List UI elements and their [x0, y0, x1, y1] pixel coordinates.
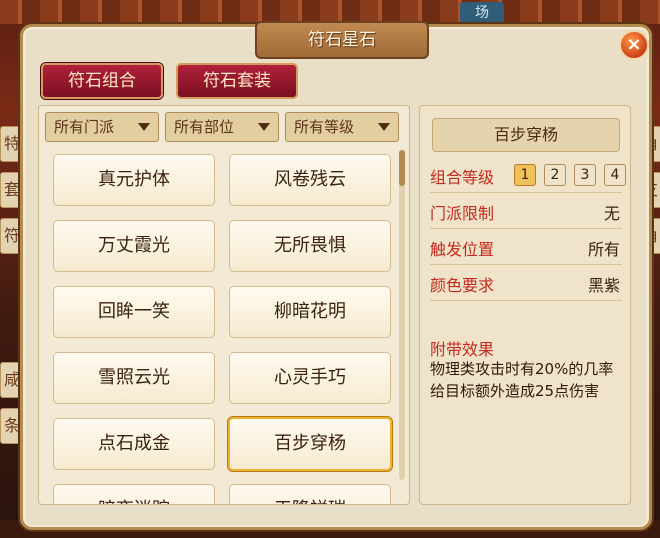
- list-scrollbar[interactable]: [399, 150, 405, 480]
- level-filter-dropdown[interactable]: 所有等级: [285, 112, 399, 142]
- level-filter-label: 所有等级: [294, 118, 355, 136]
- color-row: 颜色要求 黑紫: [430, 266, 622, 301]
- sect-value: 无: [603, 204, 620, 223]
- stone-card[interactable]: 柳暗花明: [229, 286, 391, 338]
- sect-filter-dropdown[interactable]: 所有门派: [45, 112, 159, 142]
- stone-card[interactable]: 万丈霞光: [53, 220, 215, 272]
- scroll-thumb[interactable]: [399, 150, 405, 186]
- stone-card[interactable]: 心灵手巧: [229, 352, 391, 404]
- detail-pane: 百步穿杨 组合等级 1 2 3 4 门派限制 无 触发位置 所有 颜色要求 黑紫…: [419, 105, 631, 505]
- combo-level-row: 组合等级 1 2 3 4: [430, 158, 626, 193]
- stone-card[interactable]: 无所畏惧: [229, 220, 391, 272]
- chevron-down-icon: [138, 123, 150, 131]
- color-value: 黑紫: [587, 276, 620, 295]
- level-button-4[interactable]: 4: [604, 164, 626, 186]
- chevron-down-icon: [258, 123, 270, 131]
- close-icon[interactable]: ×: [619, 30, 649, 60]
- level-button-3[interactable]: 3: [574, 164, 596, 186]
- stone-card[interactable]: 雪照云光: [53, 352, 215, 404]
- part-filter-dropdown[interactable]: 所有部位: [165, 112, 279, 142]
- color-label: 颜色要求: [430, 276, 495, 295]
- stone-card[interactable]: 风卷残云: [229, 154, 391, 206]
- trigger-label: 触发位置: [430, 240, 495, 259]
- filter-bar: 所有门派 所有部位 所有等级: [45, 112, 401, 142]
- level-button-2[interactable]: 2: [544, 164, 566, 186]
- sect-row: 门派限制 无: [430, 194, 622, 229]
- stone-card[interactable]: 真元护体: [53, 154, 215, 206]
- sect-label: 门派限制: [430, 204, 495, 223]
- stone-card[interactable]: 点石成金: [53, 418, 215, 470]
- tab-rune-combo[interactable]: 符石组合: [41, 63, 163, 99]
- trigger-row: 触发位置 所有: [430, 230, 622, 265]
- stone-card[interactable]: 回眸一笑: [53, 286, 215, 338]
- effect-description: 物理类攻击时有20%的几率给目标额外造成25点伤害: [430, 360, 614, 400]
- effect-label: 附带效果: [430, 340, 495, 359]
- tab-rune-set[interactable]: 符石套装: [176, 63, 298, 99]
- sect-filter-label: 所有门派: [54, 118, 115, 136]
- combo-level-label: 组合等级: [430, 168, 495, 187]
- stone-grid: 真元护体 风卷残云 万丈霞光 无所畏惧 回眸一笑 柳暗花明 雪照云光 心灵手巧 …: [39, 148, 399, 504]
- chevron-down-icon: [378, 123, 390, 131]
- stone-card[interactable]: 天降祥瑞: [229, 484, 391, 504]
- stone-card[interactable]: 暗夜迷踪: [53, 484, 215, 504]
- background-tag: 场: [460, 2, 504, 24]
- level-button-1[interactable]: 1: [514, 164, 536, 186]
- stone-card-selected[interactable]: 百步穿杨: [228, 417, 392, 471]
- detail-title: 百步穿杨: [432, 118, 620, 152]
- rune-stone-window: 符石星石 × 符石组合 符石套装 所有门派 所有部位 所有等级 真元护体 风卷残…: [20, 21, 652, 530]
- stone-list-pane: 所有门派 所有部位 所有等级 真元护体 风卷残云 万丈霞光 无所畏惧 回眸一笑 …: [38, 105, 410, 505]
- window-title: 符石星石: [255, 21, 429, 59]
- trigger-value: 所有: [587, 240, 620, 259]
- part-filter-label: 所有部位: [174, 118, 235, 136]
